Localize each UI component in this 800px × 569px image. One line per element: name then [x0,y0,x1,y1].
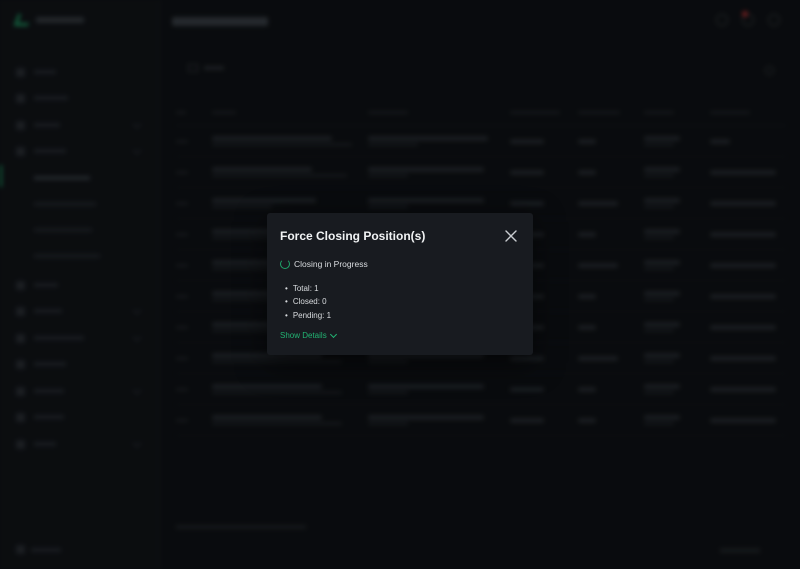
chevron-down-icon [329,330,337,338]
spinner-icon [280,259,290,269]
stat-closed: Closed: 0 [285,295,331,308]
close-stats-list: Total: 1 Closed: 0 Pending: 1 [285,282,331,322]
progress-status: Closing in Progress [280,259,368,269]
close-icon [505,230,517,242]
show-details-link[interactable]: Show Details [280,330,337,340]
force-close-modal: Force Closing Position(s) Closing in Pro… [267,213,533,355]
close-button[interactable] [504,229,518,243]
stat-pending: Pending: 1 [285,309,331,322]
show-details-label: Show Details [280,331,327,340]
status-text: Closing in Progress [294,259,368,269]
modal-title: Force Closing Position(s) [280,229,426,243]
stat-total: Total: 1 [285,282,331,295]
